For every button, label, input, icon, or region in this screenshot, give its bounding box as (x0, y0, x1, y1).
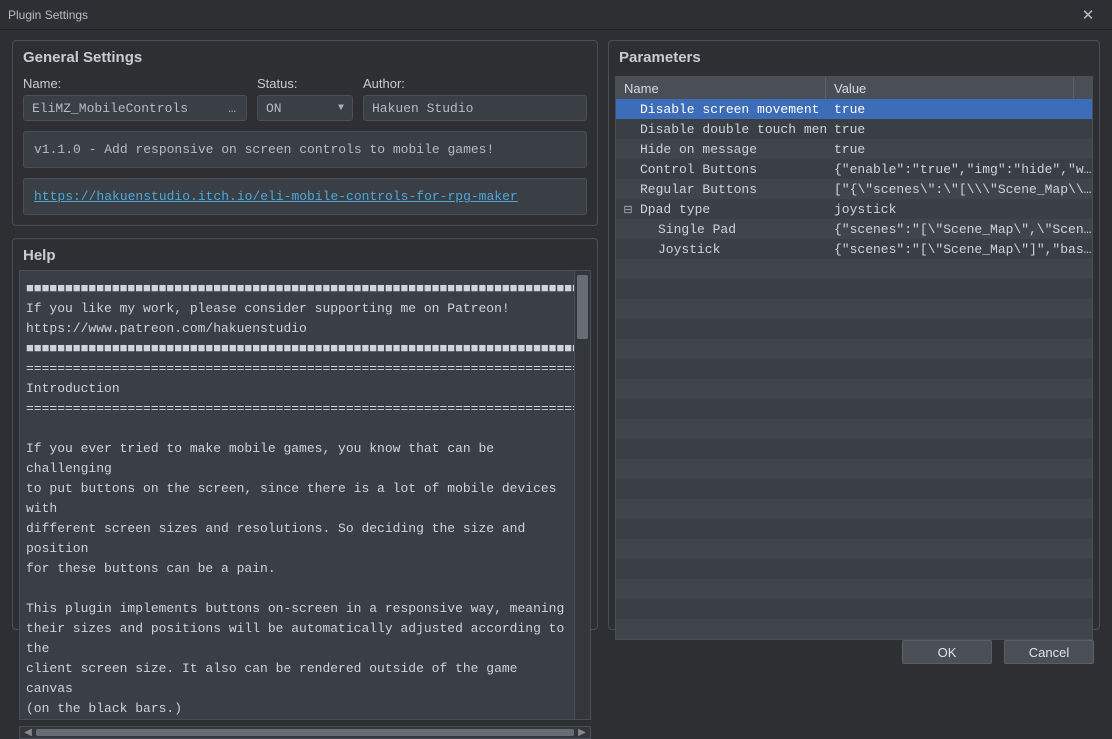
left-column: General Settings Name: EliMZ_MobileContr… (12, 40, 598, 630)
param-name: Hide on message (616, 142, 826, 157)
table-row-empty (616, 479, 1092, 499)
content: General Settings Name: EliMZ_MobileContr… (0, 30, 1112, 630)
param-name: Single Pad (616, 222, 826, 237)
param-name-text: Control Buttons (640, 162, 757, 177)
help-text: ■■■■■■■■■■■■■■■■■■■■■■■■■■■■■■■■■■■■■■■■… (20, 271, 574, 719)
table-row[interactable]: ⊟ Dpad type joystick (616, 199, 1092, 219)
param-value: true (826, 142, 1092, 157)
param-name: Joystick (616, 242, 826, 257)
table-row-empty (616, 419, 1092, 439)
table-body: Disable screen movementtrueDisable doubl… (616, 99, 1092, 639)
parameters-table: Name Value Disable screen movementtrueDi… (615, 76, 1093, 640)
help-viewport: ■■■■■■■■■■■■■■■■■■■■■■■■■■■■■■■■■■■■■■■■… (19, 270, 591, 720)
param-value: {"scenes":"[\"Scene_Map\"]","bas… (826, 242, 1092, 257)
param-name-text: Regular Buttons (640, 182, 757, 197)
table-header: Name Value (616, 77, 1092, 99)
table-row-empty (616, 519, 1092, 539)
table-row-empty (616, 279, 1092, 299)
table-row-empty (616, 379, 1092, 399)
name-field-wrap: Name: EliMZ_MobileControls … (23, 76, 247, 121)
param-name-text: Disable screen movement (640, 102, 819, 117)
plugin-description-text: v1.1.0 - Add responsive on screen contro… (34, 142, 494, 157)
scroll-right-icon[interactable]: ▶ (574, 727, 590, 738)
param-name: Regular Buttons (616, 182, 826, 197)
author-value: Hakuen Studio (372, 101, 473, 116)
help-group: Help ■■■■■■■■■■■■■■■■■■■■■■■■■■■■■■■■■■■… (12, 238, 598, 630)
param-value: true (826, 102, 1092, 117)
plugin-name-input[interactable]: EliMZ_MobileControls … (23, 95, 247, 121)
collapse-icon[interactable]: ⊟ (622, 203, 634, 217)
general-settings-title: General Settings (13, 41, 597, 72)
param-name-text: Hide on message (640, 142, 757, 157)
table-row[interactable]: Hide on message true (616, 139, 1092, 159)
status-value: ON (266, 101, 282, 116)
table-row-empty (616, 559, 1092, 579)
window-title: Plugin Settings (8, 8, 88, 22)
table-row[interactable]: Disable screen movement true (616, 99, 1092, 119)
column-value[interactable]: Value (826, 77, 1074, 99)
table-row-empty (616, 359, 1092, 379)
param-value: true (826, 122, 1092, 137)
parameters-group: Parameters Name Value Disable screen mov… (608, 40, 1100, 630)
plugin-link-box: https://hakuenstudio.itch.io/eli-mobile-… (23, 178, 587, 215)
param-name: ⊟ Dpad type (616, 202, 826, 217)
scroll-left-icon[interactable]: ◀ (20, 727, 36, 738)
scrollbar-thumb[interactable] (577, 275, 588, 339)
hscroll-thumb[interactable] (36, 729, 574, 736)
param-value: joystick (826, 202, 1092, 217)
table-row[interactable]: Regular Buttons ["{\"scenes\":\"[\\\"Scen… (616, 179, 1092, 199)
param-value: {"enable":"true","img":"hide","w… (826, 162, 1092, 177)
param-name-text: Dpad type (640, 202, 710, 217)
author-label: Author: (363, 76, 587, 91)
param-value: ["{\"scenes\":\"[\\\"Scene_Map\\… (826, 182, 1092, 197)
table-row-empty (616, 339, 1092, 359)
vertical-scrollbar[interactable] (574, 271, 590, 719)
status-label: Status: (257, 76, 353, 91)
table-row[interactable]: Disable double touch menutrue (616, 119, 1092, 139)
table-row-empty (616, 319, 1092, 339)
param-name: Disable screen movement (616, 102, 826, 117)
status-select[interactable]: ON ▼ (257, 95, 353, 121)
table-row[interactable]: Single Pad {"scenes":"[\"Scene_Map\",\"Sc… (616, 219, 1092, 239)
param-name-text: Single Pad (658, 222, 736, 237)
table-row-empty (616, 579, 1092, 599)
author-input[interactable]: Hakuen Studio (363, 95, 587, 121)
plugin-name-value: EliMZ_MobileControls (32, 101, 188, 116)
plugin-description: v1.1.0 - Add responsive on screen contro… (23, 131, 587, 168)
horizontal-scrollbar[interactable]: ◀ ▶ (19, 726, 591, 739)
param-name: Disable double touch menu (616, 122, 826, 137)
column-name[interactable]: Name (616, 77, 826, 99)
param-name-text: Joystick (658, 242, 720, 257)
plugin-link[interactable]: https://hakuenstudio.itch.io/eli-mobile-… (34, 189, 518, 204)
table-row-empty (616, 499, 1092, 519)
table-row-empty (616, 439, 1092, 459)
column-spacer (1074, 77, 1092, 99)
hscroll-track[interactable] (36, 727, 574, 738)
titlebar: Plugin Settings ✕ (0, 0, 1112, 30)
table-row-empty (616, 299, 1092, 319)
ellipsis-icon: … (228, 101, 238, 116)
table-row[interactable]: Joystick {"scenes":"[\"Scene_Map\"]","bas… (616, 239, 1092, 259)
table-row[interactable]: Control Buttons {"enable":"true","img":"h… (616, 159, 1092, 179)
name-label: Name: (23, 76, 247, 91)
table-row-empty (616, 399, 1092, 419)
param-name-text: Disable double touch menu (640, 122, 826, 137)
table-row-empty (616, 259, 1092, 279)
param-value: {"scenes":"[\"Scene_Map\",\"Scen… (826, 222, 1092, 237)
right-column: Parameters Name Value Disable screen mov… (608, 40, 1100, 630)
close-icon[interactable]: ✕ (1070, 6, 1106, 24)
param-name: Control Buttons (616, 162, 826, 177)
chevron-down-icon: ▼ (338, 103, 344, 114)
help-title: Help (13, 239, 597, 270)
table-row-empty (616, 539, 1092, 559)
general-settings-group: General Settings Name: EliMZ_MobileContr… (12, 40, 598, 226)
table-row-empty (616, 459, 1092, 479)
author-field-wrap: Author: Hakuen Studio (363, 76, 587, 121)
table-row-empty (616, 619, 1092, 639)
parameters-title: Parameters (609, 41, 1099, 72)
table-row-empty (616, 599, 1092, 619)
status-field-wrap: Status: ON ▼ (257, 76, 353, 121)
